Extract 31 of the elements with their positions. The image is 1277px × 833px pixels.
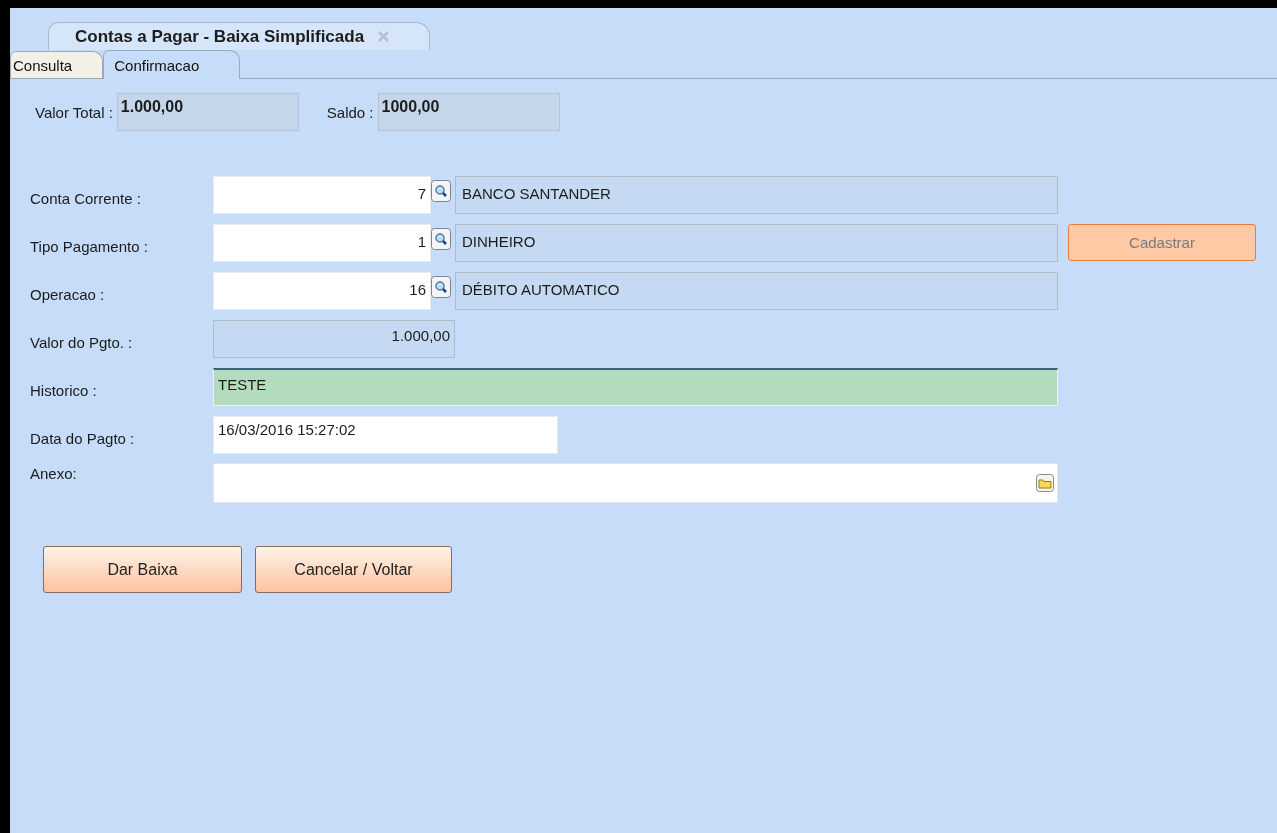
code-field[interactable]: 7: [213, 175, 431, 214]
field-label: Data do Pagto :: [30, 429, 136, 447]
total-label: Saldo :: [326, 103, 374, 121]
field-label: Conta Corrente :: [30, 189, 142, 207]
field-label: Valor do Pgto. :: [30, 333, 134, 351]
total-field: 1.000,00: [116, 93, 299, 131]
amount-field: 1.000,00: [213, 319, 455, 358]
document-title: Contas a Pagar - Baixa Simplificada: [75, 26, 365, 47]
field-label: Tipo Pagamento :: [30, 237, 149, 255]
description-field: DINHEIRO: [455, 223, 1058, 262]
date-field[interactable]: 16/03/2016 15:27:02: [213, 415, 558, 454]
history-field[interactable]: TESTE: [213, 367, 1058, 406]
code-field[interactable]: 1: [213, 223, 431, 262]
total-label: Valor Total :: [35, 103, 113, 121]
description-field: BANCO SANTANDER: [455, 175, 1058, 214]
code-field[interactable]: 16: [213, 271, 431, 310]
field-label: Historico :: [30, 381, 98, 399]
field-label: Operacao :: [30, 285, 106, 303]
tab[interactable]: Consulta: [10, 51, 104, 78]
search-icon[interactable]: [431, 227, 451, 250]
description-field: DÉBITO AUTOMATICO: [455, 271, 1058, 310]
field-label: Anexo:: [30, 464, 78, 482]
folder-icon[interactable]: [1036, 474, 1054, 492]
confirm-button[interactable]: Dar Baixa: [43, 546, 242, 593]
attachment-field[interactable]: [213, 463, 1058, 503]
search-icon[interactable]: [431, 179, 451, 202]
search-icon[interactable]: [431, 275, 451, 298]
tab[interactable]: Confirmacao: [103, 50, 241, 79]
cancel-button[interactable]: Cancelar / Voltar: [255, 546, 452, 593]
document-tab[interactable]: Contas a Pagar - Baixa Simplificada: [48, 22, 431, 50]
total-field: 1000,00: [377, 93, 560, 131]
